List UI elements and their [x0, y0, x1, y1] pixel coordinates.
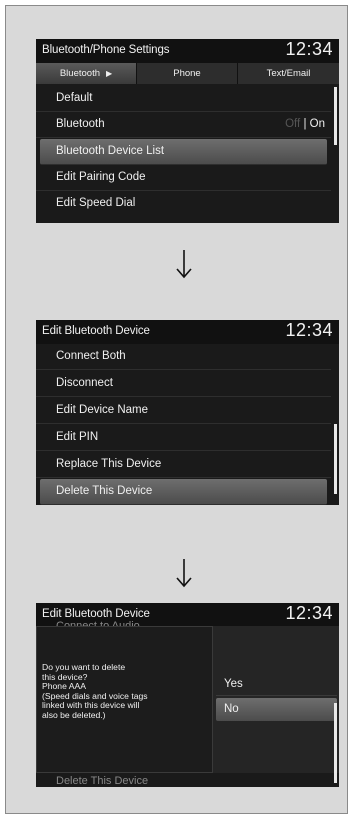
menu-item-label: Edit Pairing Code [56, 171, 146, 183]
dialog-line: also be deleted.) [42, 709, 106, 720]
menu-item-label: Disconnect [56, 377, 113, 389]
toggle-on-label: On [309, 118, 325, 130]
menu-item-label: Edit PIN [56, 431, 99, 443]
arrow-down-icon [176, 559, 192, 588]
menu-item-label: Bluetooth Device List [56, 145, 165, 157]
play-arrow-icon: ▶ [106, 69, 113, 78]
menu-item-replace-this-device[interactable]: Replace This Device [36, 452, 331, 478]
clock: 12:34 [285, 603, 333, 623]
clock: 12:34 [285, 39, 333, 59]
menu-item-label: Edit Device Name [56, 404, 149, 416]
menu-item-default[interactable]: Default [36, 86, 331, 112]
menu-item-edit-pin[interactable]: Edit PIN [36, 425, 331, 451]
screen-delete-confirmation: Edit Bluetooth Device 12:34 Connect to A… [36, 603, 339, 787]
figure-panel: Bluetooth/Phone Settings 12:34 Bluetooth… [5, 5, 348, 814]
menu-item-bluetooth[interactable]: Bluetooth Off | On [36, 112, 331, 138]
screen-title: Bluetooth/Phone Settings [42, 44, 170, 56]
menu-item-label: Bluetooth [56, 118, 105, 130]
toggle-off-label: Off [285, 118, 301, 130]
menu-item-bluetooth-device-list[interactable]: Bluetooth Device List [40, 139, 327, 165]
tab-phone-label: Phone [173, 68, 201, 79]
scrollbar[interactable] [334, 703, 337, 783]
yes-button[interactable]: Yes [216, 673, 337, 696]
menu-item-edit-speed-dial[interactable]: Edit Speed Dial [36, 191, 331, 217]
tab-text-email[interactable]: Text/Email [238, 63, 339, 84]
no-label: No [224, 703, 239, 715]
arrow-down-icon [176, 250, 192, 279]
confirm-dialog: Do you want to delete this device? Phone… [36, 626, 339, 773]
title-bar: Bluetooth/Phone Settings 12:34 [36, 39, 339, 63]
menu-item-disconnect[interactable]: Disconnect [36, 371, 331, 397]
menu-item-delete-this-device[interactable]: Delete This Device [40, 479, 327, 505]
screen-title: Edit Bluetooth Device [42, 608, 150, 620]
menu-item-edit-device-name[interactable]: Edit Device Name [36, 398, 331, 424]
tab-bluetooth-label: Bluetooth [59, 68, 100, 79]
tab-bluetooth[interactable]: Bluetooth ▶ [36, 63, 137, 84]
tab-phone[interactable]: Phone [137, 63, 238, 84]
menu-item-label: Default [56, 92, 93, 104]
scrollbar[interactable] [334, 424, 337, 494]
dialog-options-panel: Yes No [213, 626, 339, 773]
menu-item-label: Replace This Device [56, 458, 162, 470]
yes-label: Yes [224, 678, 243, 690]
background-menu-item: Delete This Device [56, 775, 149, 787]
bluetooth-toggle[interactable]: Off | On [285, 118, 325, 130]
dialog-message-panel: Do you want to delete this device? Phone… [36, 626, 213, 773]
title-bar: Edit Bluetooth Device 12:34 [36, 320, 339, 344]
screen-edit-bluetooth-device: Edit Bluetooth Device 12:34 Connect Both… [36, 320, 339, 505]
tab-text-email-label: Text/Email [266, 68, 311, 79]
menu-item-label: Delete This Device [56, 485, 153, 497]
no-button[interactable]: No [216, 698, 337, 721]
menu-item-edit-pairing-code[interactable]: Edit Pairing Code [36, 165, 331, 191]
clock: 12:34 [285, 320, 333, 340]
toggle-separator: | [303, 118, 307, 130]
dialog-message: Do you want to delete this device? Phone… [42, 662, 210, 720]
scrollbar[interactable] [334, 87, 337, 145]
menu-item-label: Edit Speed Dial [56, 197, 136, 209]
tab-bar: Bluetooth ▶ Phone Text/Email [36, 63, 339, 84]
screen-title: Edit Bluetooth Device [42, 325, 150, 337]
screen-bluetooth-phone-settings: Bluetooth/Phone Settings 12:34 Bluetooth… [36, 39, 339, 223]
menu-item-label: Connect Both [56, 350, 126, 362]
menu-item-connect-both[interactable]: Connect Both [36, 344, 331, 370]
